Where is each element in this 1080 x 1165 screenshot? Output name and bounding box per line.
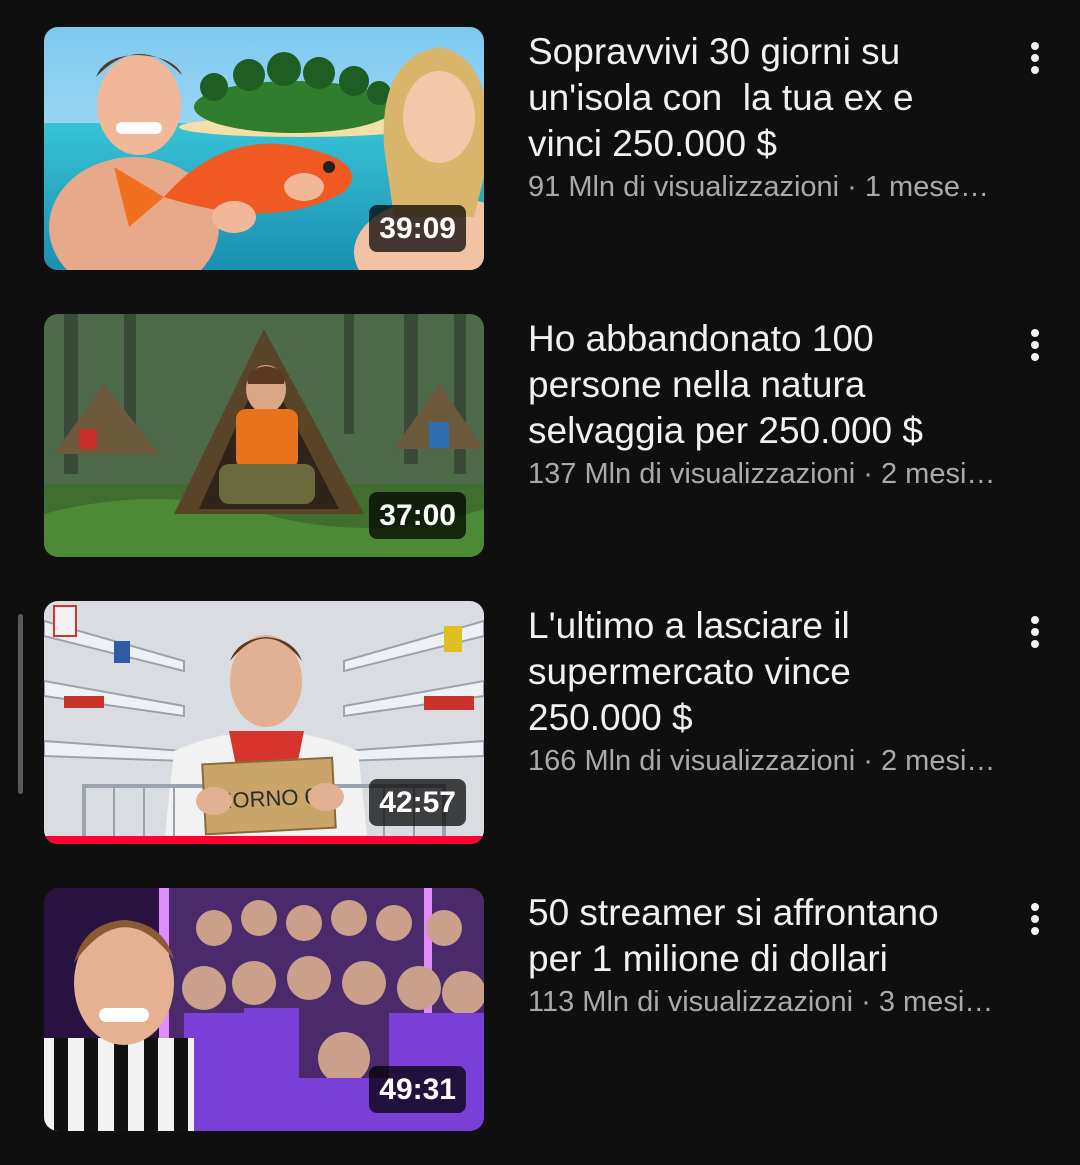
video-duration: 39:09 — [369, 205, 466, 252]
more-options-button[interactable] — [1012, 607, 1058, 657]
kebab-menu-icon — [1031, 616, 1039, 648]
video-item[interactable]: 37:00 Ho abbandonato 100 persone nella n… — [0, 314, 1080, 559]
video-info[interactable]: Ho abbandonato 100 persone nella natura … — [528, 316, 998, 494]
video-title[interactable]: Ho abbandonato 100 persone nella natura … — [528, 316, 998, 454]
video-meta: 166 Mln di visualizzazioni · 2 mesi… — [528, 741, 1048, 781]
kebab-menu-icon — [1031, 42, 1039, 74]
video-thumbnail[interactable]: 37:00 — [44, 314, 484, 557]
meta-separator: · — [853, 986, 879, 1018]
upload-age: 1 mese… — [864, 171, 989, 203]
video-info[interactable]: Sopravvivi 30 giorni su un'isola con la … — [528, 29, 998, 207]
meta-separator: · — [855, 458, 881, 490]
video-info[interactable]: L'ultimo a lasciare il supermercato vinc… — [528, 603, 998, 781]
video-title[interactable]: Sopravvivi 30 giorni su un'isola con la … — [528, 29, 998, 167]
video-duration: 42:57 — [369, 779, 466, 826]
video-thumbnail[interactable]: GIORNO 67 42:57 — [44, 601, 484, 844]
video-meta: 91 Mln di visualizzazioni · 1 mese… — [528, 167, 1048, 207]
meta-separator: · — [839, 171, 865, 203]
more-options-button[interactable] — [1012, 894, 1058, 944]
video-thumbnail[interactable]: 39:09 — [44, 27, 484, 270]
more-options-button[interactable] — [1012, 320, 1058, 370]
view-count: 91 Mln di visualizzazioni — [528, 171, 840, 203]
video-item[interactable]: 39:09 Sopravvivi 30 giorni su un'isola c… — [0, 27, 1080, 272]
upload-age: 2 mesi… — [881, 458, 996, 490]
video-meta: 113 Mln di visualizzazioni · 3 mesi… — [528, 982, 1048, 1022]
video-title[interactable]: 50 streamer si affrontano per 1 milione … — [528, 890, 998, 982]
video-thumbnail[interactable]: 49:31 — [44, 888, 484, 1131]
video-title[interactable]: L'ultimo a lasciare il supermercato vinc… — [528, 603, 998, 741]
kebab-menu-icon — [1031, 903, 1039, 935]
view-count: 166 Mln di visualizzazioni — [528, 745, 856, 777]
video-info[interactable]: 50 streamer si affrontano per 1 milione … — [528, 890, 998, 1022]
kebab-menu-icon — [1031, 329, 1039, 361]
view-count: 137 Mln di visualizzazioni — [528, 458, 856, 490]
more-options-button[interactable] — [1012, 33, 1058, 83]
watch-progress-bar — [44, 836, 484, 844]
video-meta: 137 Mln di visualizzazioni · 2 mesi… — [528, 454, 1048, 494]
upload-age: 3 mesi… — [878, 986, 994, 1018]
video-item[interactable]: 49:31 50 streamer si affrontano per 1 mi… — [0, 888, 1080, 1133]
video-item[interactable]: GIORNO 67 42:57 L'ultimo a lasciare il s… — [0, 601, 1080, 846]
video-duration: 49:31 — [369, 1066, 466, 1113]
meta-separator: · — [855, 745, 881, 777]
view-count: 113 Mln di visualizzazioni — [528, 986, 854, 1018]
video-duration: 37:00 — [369, 492, 466, 539]
upload-age: 2 mesi… — [881, 745, 996, 777]
